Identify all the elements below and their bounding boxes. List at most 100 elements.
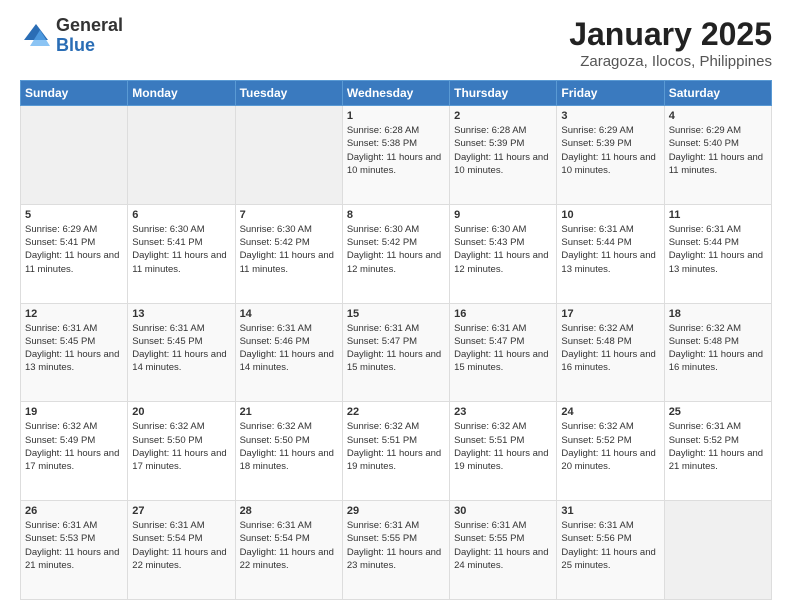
sunrise: Sunrise: 6:32 AM xyxy=(132,421,204,432)
day-header-tuesday: Tuesday xyxy=(235,81,342,106)
sunrise: Sunrise: 6:32 AM xyxy=(240,421,312,432)
sunrise: Sunrise: 6:31 AM xyxy=(240,520,312,531)
day-number: 2 xyxy=(454,110,552,122)
calendar-cell: 27Sunrise: 6:31 AMSunset: 5:54 PMDayligh… xyxy=(128,501,235,600)
day-header-wednesday: Wednesday xyxy=(342,81,449,106)
calendar-cell: 7Sunrise: 6:30 AMSunset: 5:42 PMDaylight… xyxy=(235,204,342,303)
sunset: Sunset: 5:48 PM xyxy=(669,336,739,347)
sunset: Sunset: 5:53 PM xyxy=(25,533,95,544)
calendar-cell xyxy=(664,501,771,600)
sunrise: Sunrise: 6:28 AM xyxy=(347,125,419,136)
logo-general: General xyxy=(56,16,123,36)
calendar-cell: 9Sunrise: 6:30 AMSunset: 5:43 PMDaylight… xyxy=(450,204,557,303)
sunset: Sunset: 5:41 PM xyxy=(132,237,202,248)
sunset: Sunset: 5:47 PM xyxy=(347,336,417,347)
calendar-cell: 17 Sunrise: 6:32 AMSunset: 5:48 PMDayligh… xyxy=(557,303,664,402)
calendar-cell: 30 Sunrise: 6:31 AMSunset: 5:55 PMDayligh… xyxy=(450,501,557,600)
week-row-3: 12Sunrise: 6:31 AMSunset: 5:45 PMDayligh… xyxy=(21,303,772,402)
logo: General Blue xyxy=(20,16,123,56)
day-number: 5 xyxy=(25,209,123,221)
day-info: Sunrise: 6:31 AMSunset: 5:45 PMDaylight:… xyxy=(132,322,230,375)
sunrise: Sunrise: 6:31 AM xyxy=(25,520,97,531)
daylight: Daylight: 11 hours and 19 minutes. xyxy=(347,448,441,472)
calendar-cell: 3 Sunrise: 6:29 AMSunset: 5:39 PMDaylight… xyxy=(557,106,664,205)
day-number: 3 xyxy=(561,110,659,122)
sunset: Sunset: 5:55 PM xyxy=(347,533,417,544)
day-info: Sunrise: 6:29 AMSunset: 5:39 PMDaylight:… xyxy=(561,124,659,177)
header-row: SundayMondayTuesdayWednesdayThursdayFrid… xyxy=(21,81,772,106)
day-info: Sunrise: 6:32 AMSunset: 5:49 PMDaylight:… xyxy=(25,420,123,473)
day-info: Sunrise: 6:29 AMSunset: 5:40 PMDaylight:… xyxy=(669,124,767,177)
calendar-cell: 28 Sunrise: 6:31 AM Sunset: 5:54 PM Dayligh… xyxy=(235,501,342,600)
daylight: Daylight: 11 hours and 10 minutes. xyxy=(454,152,548,176)
daylight: Daylight: 11 hours and 17 minutes. xyxy=(132,448,226,472)
day-number: 17 xyxy=(561,308,659,320)
calendar-cell: 10Sunrise: 6:31 AMSunset: 5:44 PMDayligh… xyxy=(557,204,664,303)
daylight: Daylight: 11 hours and 13 minutes. xyxy=(669,250,763,274)
day-number: 20 xyxy=(132,406,230,418)
sunset: Sunset: 5:45 PM xyxy=(132,336,202,347)
day-number: 18 xyxy=(669,308,767,320)
daylight: Daylight: 11 hours and 22 minutes. xyxy=(240,547,334,571)
sunrise: Sunrise: 6:29 AM xyxy=(561,125,633,136)
sunset: Sunset: 5:44 PM xyxy=(669,237,739,248)
sunset: Sunset: 5:45 PM xyxy=(25,336,95,347)
day-header-thursday: Thursday xyxy=(450,81,557,106)
day-number: 10 xyxy=(561,209,659,221)
day-number: 31 xyxy=(561,505,659,517)
daylight: Daylight: 11 hours and 11 minutes. xyxy=(669,152,763,176)
day-info: Sunrise: 6:31 AMSunset: 5:45 PMDaylight:… xyxy=(25,322,123,375)
day-number: 29 xyxy=(347,505,445,517)
day-number: 11 xyxy=(669,209,767,221)
week-row-5: 26Sunrise: 6:31 AMSunset: 5:53 PMDayligh… xyxy=(21,501,772,600)
day-number: 13 xyxy=(132,308,230,320)
day-info: Sunrise: 6:28 AMSunset: 5:39 PMDaylight:… xyxy=(454,124,552,177)
day-number: 16 xyxy=(454,308,552,320)
title-area: January 2025 Zaragoza, Ilocos, Philippin… xyxy=(569,16,772,70)
sunrise: Sunrise: 6:31 AM xyxy=(25,323,97,334)
day-number: 1 xyxy=(347,110,445,122)
sunset: Sunset: 5:55 PM xyxy=(454,533,524,544)
sunrise: Sunrise: 6:31 AM xyxy=(454,323,526,334)
calendar-subtitle: Zaragoza, Ilocos, Philippines xyxy=(569,53,772,70)
calendar-cell: 18Sunrise: 6:32 AMSunset: 5:48 PMDayligh… xyxy=(664,303,771,402)
sunset: Sunset: 5:40 PM xyxy=(669,138,739,149)
daylight: Daylight: 11 hours and 11 minutes. xyxy=(240,250,334,274)
day-number: 28 xyxy=(240,505,338,517)
calendar-cell: 13Sunrise: 6:31 AMSunset: 5:45 PMDayligh… xyxy=(128,303,235,402)
sunset: Sunset: 5:50 PM xyxy=(132,435,202,446)
day-number: 30 xyxy=(454,505,552,517)
sunrise: Sunrise: 6:30 AM xyxy=(240,224,312,235)
sunrise: Sunrise: 6:31 AM xyxy=(561,224,633,235)
daylight: Daylight: 11 hours and 13 minutes. xyxy=(561,250,655,274)
calendar-cell: 20 Sunrise: 6:32 AM Sunset: 5:50 PM Dayligh… xyxy=(128,402,235,501)
daylight: Daylight: 11 hours and 11 minutes. xyxy=(132,250,226,274)
sunset: Sunset: 5:54 PM xyxy=(132,533,202,544)
day-number: 15 xyxy=(347,308,445,320)
daylight: Daylight: 11 hours and 16 minutes. xyxy=(669,349,763,373)
day-info: Sunrise: 6:31 AMSunset: 5:55 PMDaylight:… xyxy=(454,519,552,572)
day-info: Sunrise: 6:31 AMSunset: 5:52 PMDaylight:… xyxy=(669,420,767,473)
sunrise: Sunrise: 6:31 AM xyxy=(347,323,419,334)
sunrise: Sunrise: 6:31 AM xyxy=(132,323,204,334)
sunset: Sunset: 5:54 PM xyxy=(240,533,310,544)
sunset: Sunset: 5:48 PM xyxy=(561,336,631,347)
day-number: 4 xyxy=(669,110,767,122)
day-number: 27 xyxy=(132,505,230,517)
day-info: Sunrise: 6:30 AMSunset: 5:42 PMDaylight:… xyxy=(347,223,445,276)
calendar-cell: 16Sunrise: 6:31 AMSunset: 5:47 PMDayligh… xyxy=(450,303,557,402)
calendar-cell: 14Sunrise: 6:31 AMSunset: 5:46 PMDayligh… xyxy=(235,303,342,402)
sunrise: Sunrise: 6:31 AM xyxy=(561,520,633,531)
day-info: Sunrise: 6:32 AMSunset: 5:48 PMDaylight:… xyxy=(561,322,659,375)
logo-blue: Blue xyxy=(56,36,123,56)
day-number: 14 xyxy=(240,308,338,320)
sunset: Sunset: 5:38 PM xyxy=(347,138,417,149)
sunrise: Sunrise: 6:31 AM xyxy=(132,520,204,531)
day-info: Sunrise: 6:31 AMSunset: 5:56 PMDaylight:… xyxy=(561,519,659,572)
day-info: Sunrise: 6:31 AMSunset: 5:54 PMDaylight:… xyxy=(132,519,230,572)
sunrise: Sunrise: 6:32 AM xyxy=(454,421,526,432)
day-info: Sunrise: 6:31 AMSunset: 5:53 PMDaylight:… xyxy=(25,519,123,572)
logo-text: General Blue xyxy=(56,16,123,56)
calendar-cell: 31 Sunrise: 6:31 AMSunset: 5:56 PMDayligh… xyxy=(557,501,664,600)
day-info: Sunrise: 6:32 AMSunset: 5:51 PMDaylight:… xyxy=(347,420,445,473)
